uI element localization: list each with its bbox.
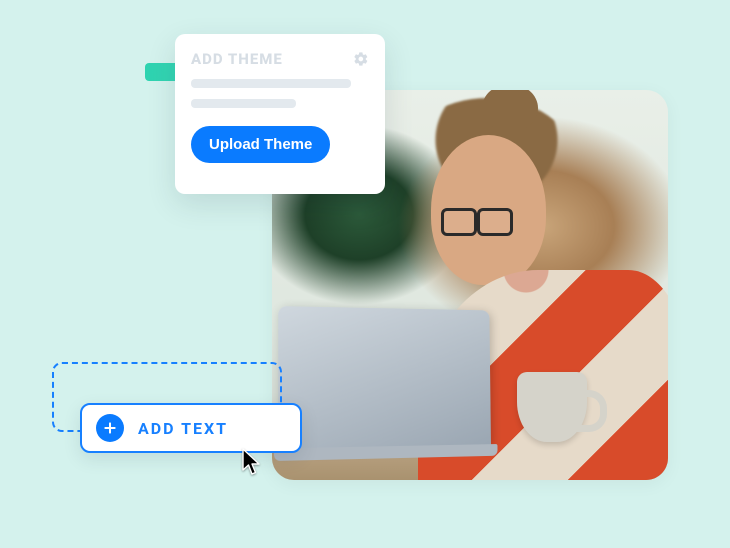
upload-theme-button[interactable]: Upload Theme [191,126,330,163]
theme-card: ADD THEME Upload Theme [175,34,385,194]
photo-laptop [278,306,491,450]
photo-glasses [441,208,513,232]
theme-card-header: ADD THEME [191,50,369,68]
gear-icon[interactable] [353,51,369,67]
plus-icon [96,414,124,442]
theme-card-title: ADD THEME [191,50,283,68]
photo-mug [517,372,587,442]
skeleton-line [191,99,296,108]
add-text-label: ADD TEXT [138,419,228,438]
stage: ADD THEME Upload Theme ADD TEXT [0,0,730,548]
add-text-button[interactable]: ADD TEXT [80,403,302,453]
skeleton-line [191,79,351,88]
